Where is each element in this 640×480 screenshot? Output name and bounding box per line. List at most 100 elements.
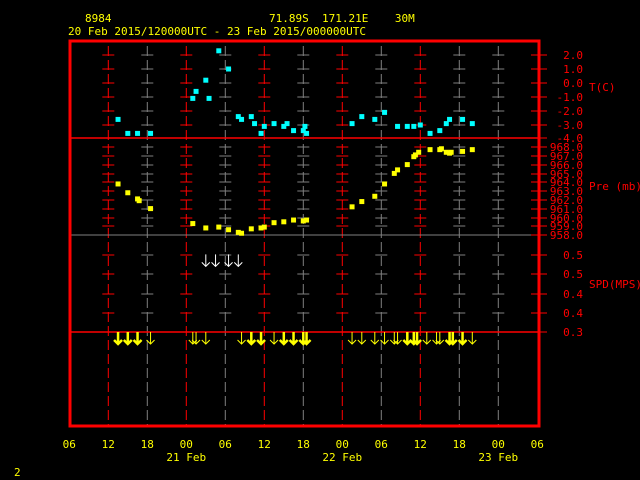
temperature-point <box>258 130 264 136</box>
y-tick-label: 0.4 <box>563 288 583 301</box>
pressure-point <box>271 220 277 226</box>
pressure-point <box>404 162 410 168</box>
x-tick-label: 18 <box>297 438 310 451</box>
temperature-point <box>271 121 277 127</box>
temperature-point <box>447 116 453 122</box>
wind-arrow <box>201 254 211 268</box>
pressure-point <box>304 217 310 223</box>
y-tick-label: 2.0 <box>563 49 583 62</box>
y-axis-label-wind_speed: SPD(MPS) <box>589 278 640 291</box>
data-marks <box>113 48 477 346</box>
pressure-point <box>372 193 378 199</box>
wind-arrow <box>269 332 279 345</box>
temperature-point <box>349 121 355 127</box>
x-tick-label: 18 <box>453 438 466 451</box>
temperature-point <box>460 116 466 122</box>
temperature-point <box>261 123 267 129</box>
pressure-point <box>125 190 131 196</box>
temperature-point <box>226 66 232 72</box>
pressure-point <box>382 181 388 187</box>
wind-arrow <box>288 332 299 346</box>
temperature-point <box>284 121 290 127</box>
pressure-point <box>448 149 454 155</box>
pressure-point <box>261 224 267 230</box>
x-tick-label: 06 <box>375 438 388 451</box>
time-period: 20 Feb 2015/120000UTC - 23 Feb 2015/0000… <box>68 25 366 38</box>
temperature-point <box>372 116 378 122</box>
wind-arrow <box>132 332 143 346</box>
y-tick-label: 0.3 <box>563 326 583 339</box>
pressure-point <box>395 167 401 173</box>
y-tick-label: 1.0 <box>563 63 583 76</box>
grid <box>70 46 539 426</box>
y-tick-label: 958.0 <box>550 229 583 242</box>
temperature-point <box>203 77 209 83</box>
temperature-point <box>291 128 297 134</box>
y-tick-label: -1.0 <box>557 91 584 104</box>
temperature-point <box>302 123 308 129</box>
wind-arrow <box>370 332 380 345</box>
temperature-point <box>395 123 401 129</box>
pressure-point <box>216 224 222 230</box>
pressure-point <box>359 199 365 205</box>
station-id: 8984 <box>85 12 112 25</box>
page-number: 2 <box>14 466 21 479</box>
x-tick-label: 12 <box>258 438 271 451</box>
wind-arrow <box>113 332 123 346</box>
pressure-point <box>190 221 196 227</box>
temperature-point <box>190 95 196 101</box>
plot-frame <box>68 39 541 428</box>
wind-arrow <box>347 332 357 345</box>
x-tick-label: 06 <box>63 438 76 451</box>
pressure-point <box>291 217 297 223</box>
temperature-point <box>382 109 388 115</box>
wind-arrow <box>211 254 220 268</box>
x-tick-label: 12 <box>414 438 427 451</box>
x-tick-label: 18 <box>141 438 154 451</box>
temperature-point <box>404 123 410 129</box>
temperature-point <box>193 88 199 94</box>
pressure-point <box>248 226 254 232</box>
temperature-point <box>427 130 433 136</box>
wind-arrow <box>233 254 243 268</box>
pressure-point <box>239 230 245 236</box>
x-tick-label: 00 <box>492 438 505 451</box>
pressure-point <box>460 148 466 154</box>
temperature-point <box>216 48 222 54</box>
pressure-point <box>136 198 142 204</box>
pressure-point <box>438 146 444 152</box>
temperature-point <box>135 130 141 136</box>
pressure-point <box>203 225 209 231</box>
x-tick-label: 06 <box>531 438 544 451</box>
x-tick-label: 12 <box>102 438 115 451</box>
temperature-point <box>252 121 258 127</box>
wind-arrow <box>237 332 246 345</box>
temperature-point <box>417 122 423 128</box>
y-axis-label-pressure: Pre (mb) <box>589 180 640 193</box>
x-tick-label: 06 <box>219 438 232 451</box>
y-tick-label: 0.5 <box>563 249 583 262</box>
wind-arrow <box>357 332 367 345</box>
station-location: 71.89S 171.21E 30M <box>269 12 415 25</box>
pressure-point <box>349 204 355 210</box>
temperature-point <box>115 116 121 122</box>
y-tick-label: 0.0 <box>563 77 583 90</box>
temperature-point <box>239 116 245 122</box>
temperature-point <box>148 130 154 136</box>
pressure-point <box>281 219 287 225</box>
pressure-point <box>416 149 422 155</box>
wind-arrow <box>422 332 432 345</box>
x-tick-label: 00 <box>180 438 193 451</box>
temperature-point <box>411 123 417 129</box>
temperature-point <box>437 128 443 134</box>
wind-arrow <box>122 332 133 346</box>
aws-timeseries-chart: 8984 71.89S 171.21E 30M 20 Feb 2015/1200… <box>14 12 640 479</box>
y-tick-label: 0.5 <box>563 268 583 281</box>
y-tick-label: -2.0 <box>557 105 584 118</box>
wind-arrow <box>402 332 413 346</box>
pressure-point <box>427 147 433 153</box>
wind-arrow <box>201 332 211 345</box>
pressure-point <box>226 227 232 233</box>
temperature-point <box>206 95 212 101</box>
x-date-label: 22 Feb <box>322 451 362 464</box>
